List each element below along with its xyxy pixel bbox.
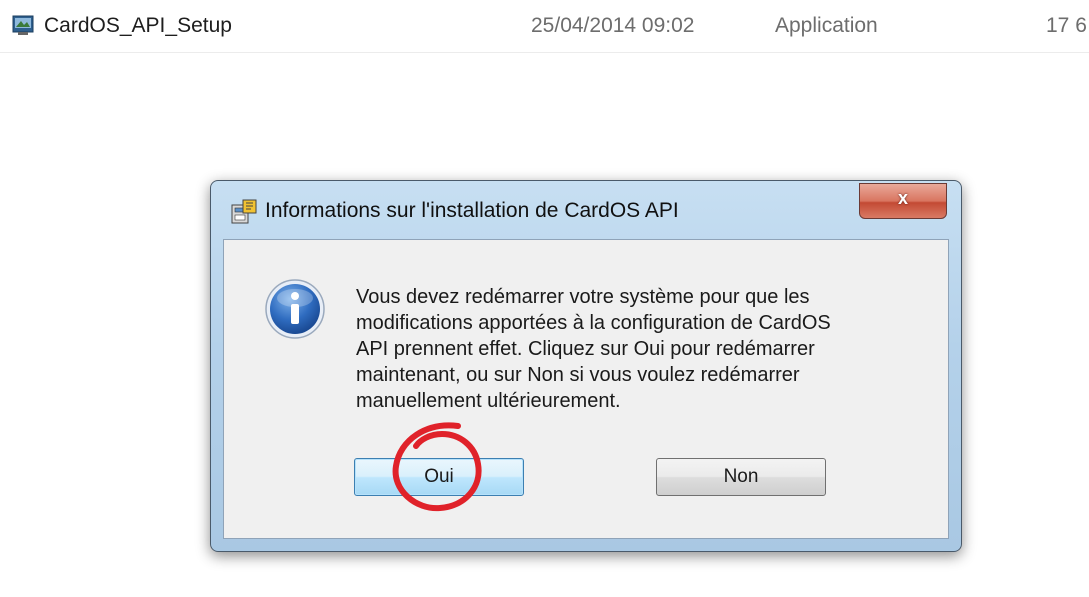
dialog-title: Informations sur l'installation de CardO… xyxy=(265,199,679,222)
file-type: Application xyxy=(775,14,878,37)
no-button[interactable]: Non xyxy=(656,458,826,496)
message-line: Vous devez redémarrer votre système pour… xyxy=(356,286,810,308)
install-info-dialog: Informations sur l'installation de CardO… xyxy=(210,180,962,552)
dialog-message: Vous devez redémarrer votre système pour… xyxy=(356,284,896,414)
file-list-row[interactable]: CardOS_API_Setup 25/04/2014 09:02 Applic… xyxy=(0,0,1089,53)
message-line: maintenant, ou sur Non si vous voulez re… xyxy=(356,364,800,386)
close-button[interactable]: x xyxy=(859,183,947,219)
file-size: 17 6 xyxy=(1046,14,1087,37)
dialog-content: Vous devez redémarrer votre système pour… xyxy=(223,239,949,539)
installer-icon xyxy=(12,15,34,35)
file-name: CardOS_API_Setup xyxy=(44,14,232,37)
message-line: modifications apportées à la configurati… xyxy=(356,312,831,334)
file-date: 25/04/2014 09:02 xyxy=(531,14,695,37)
message-line: manuellement ultérieurement. xyxy=(356,390,621,412)
setup-icon xyxy=(231,199,257,224)
message-line: API prennent effet. Cliquez sur Oui pour… xyxy=(356,338,815,360)
info-icon xyxy=(265,279,325,339)
yes-button[interactable]: Oui xyxy=(354,458,524,496)
close-icon: x xyxy=(897,188,908,208)
